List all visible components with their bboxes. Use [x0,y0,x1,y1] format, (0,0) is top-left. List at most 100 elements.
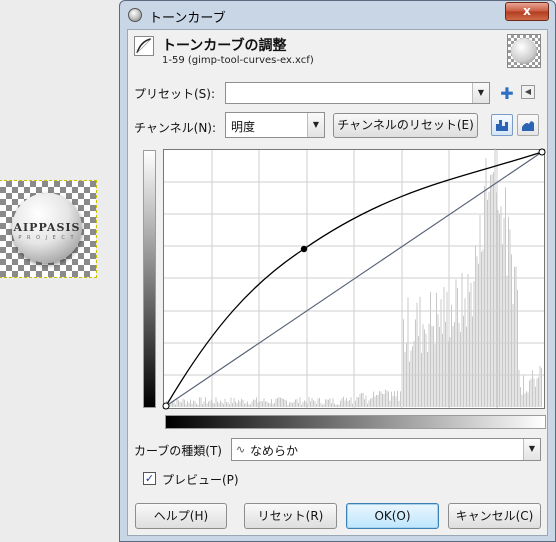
histogram-bar [446,291,448,407]
histogram-bar [205,397,206,407]
histogram-bar [439,326,440,407]
log-histogram-icon[interactable] [517,114,539,136]
histogram-bar [262,401,263,407]
smooth-curve-icon: ∿ [236,443,246,456]
triangle-left-icon[interactable]: ◀ [521,85,535,99]
histogram-bar [335,404,337,407]
histogram-bar [514,266,515,407]
histogram-bar [290,402,292,407]
input-gradient-bar [165,415,546,429]
channel-combo[interactable]: 明度 ▼ [225,112,325,138]
linear-histogram-icon[interactable] [491,114,513,136]
histogram-bar [239,401,241,407]
histogram-bar [215,397,217,407]
histogram-bar [481,251,482,407]
histogram-bar [461,272,463,407]
histogram-bar [364,399,365,407]
histogram-bar [202,404,203,407]
histogram-bar [433,326,434,407]
help-button[interactable]: ヘルプ(H) [135,503,227,529]
curve-type-label: カーブの種類(T) [134,444,222,458]
histogram-bar [427,352,428,407]
histogram-bar [538,377,539,407]
histogram-bar [520,387,521,407]
histogram-bar [232,403,233,407]
curve-point-white[interactable] [538,148,546,156]
histogram-bar [265,401,266,407]
output-gradient-bar [143,150,156,408]
histogram-bar [505,187,506,407]
histogram-bar [251,401,253,407]
histogram-bar [254,399,256,407]
histogram-bar [247,401,248,407]
histogram-bar [368,400,370,407]
histogram-bar [184,399,185,407]
presets-label: プリセット(S): [134,87,216,101]
close-button[interactable]: x [505,2,549,21]
histogram-bar [329,398,331,407]
histogram-bar [218,403,220,407]
histogram-bar [493,172,494,407]
histogram-bar [340,400,341,407]
preview-label[interactable]: プレビュー(P) [162,471,239,488]
reset-channel-button[interactable]: チャンネルのリセット(E) [333,113,478,138]
histogram-bar [337,404,338,407]
histogram-bar [268,402,269,407]
histogram-bar [452,325,454,407]
histogram-bar [269,403,271,407]
curve-type-value: なめらか [250,444,299,458]
histogram-bar [334,403,335,407]
logo-subtext: P R O J E C T [18,235,76,241]
histogram-bar [430,291,431,407]
histogram-bar [350,397,352,407]
histogram-bar [295,399,296,407]
reset-button[interactable]: リセット(R) [244,503,337,529]
cancel-button[interactable]: キャンセル(C) [448,503,541,529]
curve-graph[interactable] [162,148,546,410]
histogram-bar [478,263,479,407]
histogram-bar [472,316,473,407]
histogram-bar [328,399,329,407]
histogram-bar [509,229,511,407]
histogram-bar [221,402,223,407]
presets-combo[interactable]: ▼ [225,82,490,104]
histogram-bar [541,367,542,407]
histogram-bar [287,404,289,407]
curve-point-mid[interactable] [300,245,308,253]
curves-dialog: トーンカーブ x トーンカーブの調整 1-59 (gimp-tool-curve… [119,0,556,542]
histogram-bar [403,319,404,407]
histogram-bar [173,400,175,407]
plus-icon[interactable]: ✚ [498,84,516,104]
histogram-bar [536,378,538,407]
histogram-bar [199,397,200,407]
histogram-bar [344,400,346,407]
canvas-thumbnail: AIPPASIS P R O J E C T [0,180,97,278]
histogram-bar [463,315,464,407]
curve-point-black[interactable] [162,402,170,410]
histogram-bar [431,326,433,407]
histogram-bar [422,324,424,407]
curve-type-combo[interactable]: ∿ なめらか ▼ [231,438,541,461]
histogram-bar [476,256,478,407]
histogram-bar [400,391,401,407]
gimp-app-icon [128,8,142,22]
histogram-bar [497,210,499,407]
histogram-bar [380,391,382,407]
histogram-bar [185,404,187,407]
title-bar[interactable]: トーンカーブ x [120,1,555,29]
histogram-bar [193,400,194,407]
histogram-bar [409,361,410,407]
preview-checkbox[interactable]: ✓ [143,472,156,485]
histogram-bar [236,403,238,407]
image-subtitle: 1-59 (gimp-tool-curves-ex.xcf) [162,55,314,66]
histogram-bar [299,397,301,407]
histogram-bar [530,378,532,407]
ok-button[interactable]: OK(O) [346,503,439,529]
histogram-bar [229,404,230,407]
histogram-bar [512,303,514,407]
histogram-bar [308,397,310,407]
histogram-bar [398,400,400,407]
histogram-bar [197,404,199,407]
histogram-bar [358,397,359,407]
histogram-bar [445,321,446,407]
